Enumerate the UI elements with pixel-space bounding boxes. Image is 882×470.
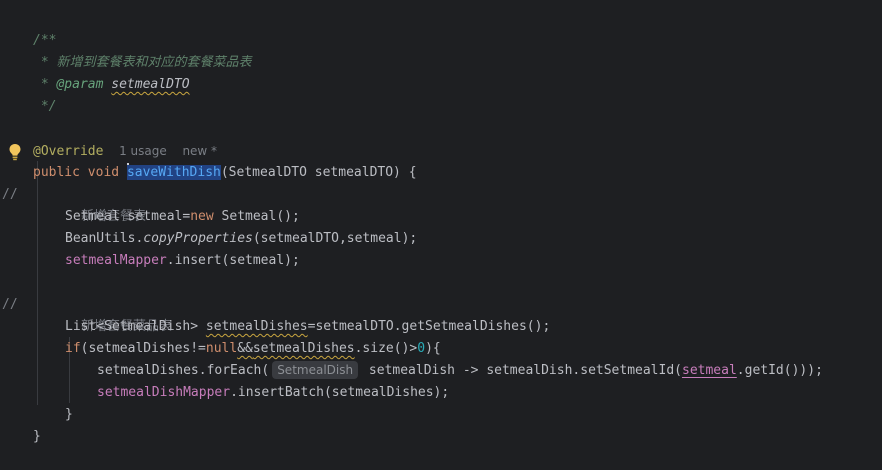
static-method[interactable]: copyProperties <box>143 231 253 246</box>
method-name[interactable]: saveWithDish <box>126 165 221 180</box>
code-line: // 新增套餐表 <box>0 162 146 224</box>
code-text: (setmealDishes!= <box>80 341 206 356</box>
method-params: (SetmealDTO setmealDTO) { <box>220 165 417 180</box>
code-text: ){ <box>425 341 441 356</box>
code-line: */ <box>0 74 57 114</box>
code-text: .insertBatch(setmealDishes); <box>230 385 450 400</box>
code-line: } <box>0 382 73 422</box>
number-literal: 0 <box>417 341 426 356</box>
field-reference[interactable]: setmealDishMapper <box>97 385 230 400</box>
code-line: @Override 1 usage new * <box>0 118 217 159</box>
code-text: Setmeal setmeal= <box>65 209 191 224</box>
code-line: // 新增套餐菜品表 <box>0 272 172 334</box>
type-inlay-hint[interactable]: SetmealDish <box>272 361 359 379</box>
override-annotation: @Override <box>33 144 104 159</box>
code-line: * @param setmealDTO <box>0 52 190 92</box>
code-editor[interactable]: /** * 新增到套餐表和对应的套餐菜品表 * @param setmealDT… <box>0 0 882 444</box>
code-text: && <box>237 341 253 356</box>
code-line: List<SetmealDish> setmealDishes=setmealD… <box>0 294 550 334</box>
field-reference[interactable]: setmealMapper <box>65 253 167 268</box>
local-variable[interactable]: setmealDishes <box>206 319 308 334</box>
code-line: if(setmealDishes!=null&&setmealDishes.si… <box>0 316 441 356</box>
code-line: public void saveWithDish(SetmealDTO setm… <box>0 140 417 180</box>
code-text: setmealDishes.forEach( <box>97 363 270 378</box>
code-text: (setmealDTO,setmeal); <box>252 231 418 246</box>
closing-brace: } <box>33 429 41 444</box>
author-hint[interactable]: new * <box>182 144 217 158</box>
code-text: .insert(setmeal); <box>166 253 300 268</box>
doc-param-name[interactable]: setmealDTO <box>111 77 189 92</box>
code-line: } <box>0 404 41 444</box>
code-text: BeanUtils. <box>65 231 144 246</box>
code-line: setmealDishes.forEach(SetmealDish setmea… <box>0 338 823 379</box>
local-variable[interactable]: setmealDishes <box>253 341 355 356</box>
doc-param-tag: @param <box>56 77 104 92</box>
code-line: BeanUtils.copyProperties(setmealDTO,setm… <box>0 206 417 246</box>
code-text: List<SetmealDish> <box>65 319 206 334</box>
code-text: =setmealDTO.getSetmealDishes(); <box>307 319 551 334</box>
keyword-void: void <box>87 165 120 180</box>
code-line: setmealDishMapper.insertBatch(setmealDis… <box>0 360 449 400</box>
code-line: setmealMapper.insert(setmeal); <box>0 228 300 268</box>
code-line: * 新增到套餐表和对应的套餐菜品表 <box>0 30 252 70</box>
keyword-public: public <box>33 165 80 180</box>
keyword-null: null <box>205 341 238 356</box>
doc-comment-open: /** <box>33 33 57 48</box>
closing-brace: } <box>65 407 73 422</box>
code-line: /** <box>0 8 56 48</box>
code-text: .getId())); <box>736 363 823 378</box>
code-text: setmealDish -> setmealDish.setSetmealId( <box>361 363 682 378</box>
usage-hint[interactable]: 1 usage <box>119 144 167 158</box>
code-line: Setmeal setmeal=new Setmeal(); <box>0 184 300 224</box>
code-text: Setmeal(); <box>213 209 300 224</box>
keyword-new: new <box>190 209 214 224</box>
doc-comment-text: * 新增到套餐表和对应的套餐菜品表 <box>33 55 252 70</box>
doc-comment-star: * <box>33 77 57 92</box>
captured-variable[interactable]: setmeal <box>682 363 737 378</box>
indent-guide <box>37 161 38 405</box>
doc-comment-close: */ <box>33 99 57 114</box>
code-text: .size()> <box>354 341 418 356</box>
keyword-if: if <box>65 341 81 356</box>
